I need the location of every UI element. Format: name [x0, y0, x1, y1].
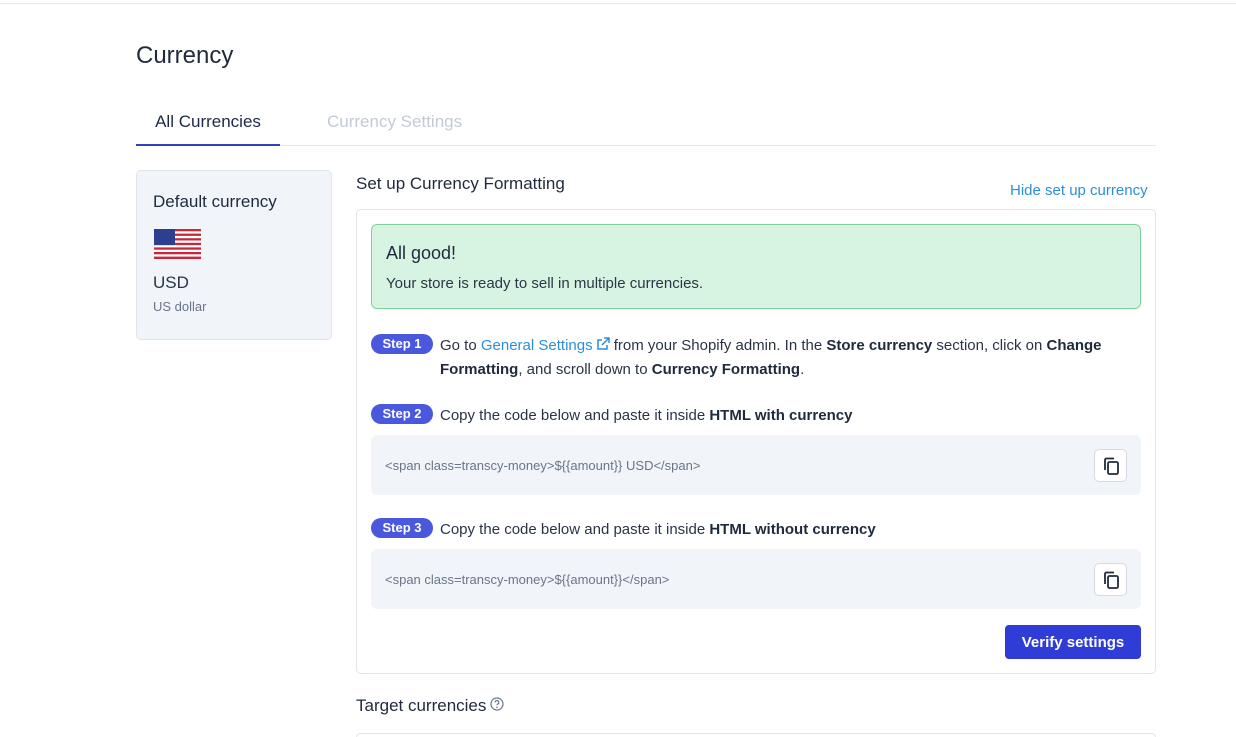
- step-1-text: Go to General Settings from your Shopify…: [440, 334, 1140, 382]
- external-link-icon[interactable]: [596, 337, 610, 351]
- code-box-with-currency: <span class=transcy-money>${{amount}} US…: [371, 435, 1141, 495]
- step-1-mid1: from your Shopify admin. In the: [609, 337, 827, 354]
- step-1-mid2: section, click on: [932, 337, 1047, 354]
- copy-button-without-currency[interactable]: [1094, 563, 1127, 596]
- step-1-end: .: [800, 361, 805, 378]
- step-2-badge: Step 2: [371, 404, 433, 424]
- code-box-without-currency: <span class=transcy-money>${{amount}}</s…: [371, 549, 1141, 609]
- step-3-text: Copy the code below and paste it inside …: [440, 518, 1140, 542]
- us-flag-icon: [154, 229, 201, 259]
- tab-currency-settings[interactable]: Currency Settings: [327, 112, 462, 146]
- step-3-badge: Step 3: [371, 518, 433, 538]
- success-title: All good!: [386, 243, 457, 263]
- step-1-bold3: Currency Formatting: [651, 361, 801, 378]
- code-without-currency: <span class=transcy-money>${{amount}}</s…: [385, 572, 670, 587]
- copy-button-with-currency[interactable]: [1094, 449, 1127, 482]
- general-settings-link-label[interactable]: General Settings: [481, 337, 593, 354]
- step-1-mid3: , and scroll down to: [518, 361, 652, 378]
- setup-card: All good! Your store is ready to sell in…: [356, 209, 1156, 674]
- default-currency-name: US dollar: [153, 299, 207, 314]
- hide-setup-link[interactable]: Hide set up currency: [1010, 182, 1148, 199]
- step-3-instruction: Copy the code below and paste it inside: [440, 521, 710, 538]
- step-3-bold: HTML without currency: [709, 521, 876, 538]
- step-2-instruction: Copy the code below and paste it inside: [440, 407, 710, 424]
- target-currencies-card: [356, 733, 1156, 737]
- step-1-go-to: Go to: [440, 337, 481, 354]
- code-with-currency: <span class=transcy-money>${{amount}} US…: [385, 458, 701, 473]
- general-settings-link[interactable]: General Settings: [481, 337, 610, 354]
- success-text: Your store is ready to sell in multiple …: [386, 275, 704, 292]
- default-currency-code: USD: [153, 273, 189, 292]
- copy-icon: [1104, 571, 1119, 589]
- question-circle-icon[interactable]: [490, 697, 504, 711]
- step-1-bold1: Store currency: [826, 337, 933, 354]
- setup-title: Set up Currency Formatting: [356, 174, 565, 193]
- tab-all-currencies[interactable]: All Currencies: [136, 112, 280, 146]
- copy-icon: [1104, 457, 1119, 475]
- step-1-badge: Step 1: [371, 334, 433, 354]
- default-currency-label: Default currency: [153, 192, 277, 211]
- page-title: Currency: [136, 42, 234, 69]
- success-banner: All good! Your store is ready to sell in…: [371, 224, 1141, 309]
- target-currencies-title: Target currencies: [356, 696, 504, 716]
- tab-bar: All Currencies Currency Settings: [136, 104, 1156, 146]
- verify-settings-button[interactable]: Verify settings: [1005, 625, 1141, 659]
- step-2-text: Copy the code below and paste it inside …: [440, 404, 1140, 428]
- target-currencies-label: Target currencies: [356, 696, 487, 715]
- default-currency-card: Default currency USD US dollar: [136, 170, 332, 340]
- top-divider: [0, 3, 1236, 4]
- step-2-bold: HTML with currency: [709, 407, 853, 424]
